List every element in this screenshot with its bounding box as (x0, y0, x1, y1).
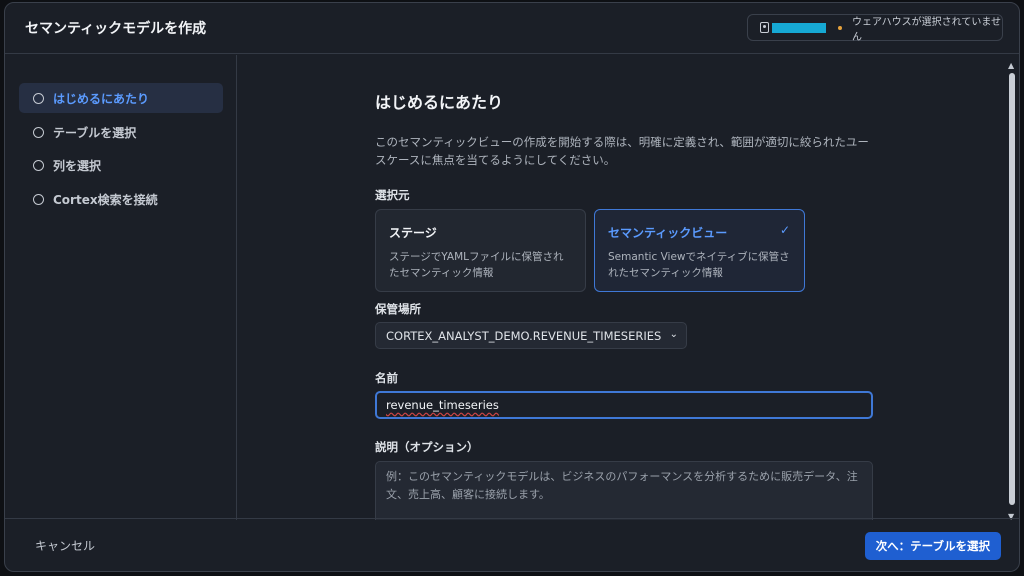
warning-dot-icon (838, 25, 843, 30)
description-label: 説明（オプション） (375, 440, 479, 454)
source-option-semantic-view[interactable]: セマンティックビュー ✓ Semantic Viewでネイティブに保管されたセマ… (594, 209, 805, 292)
name-value: revenue_timeseries (386, 398, 499, 412)
chevron-down-icon: ⌄ (669, 329, 678, 340)
step-label: Cortex検索を接続 (53, 192, 158, 207)
scrollbar-thumb[interactable] (1009, 73, 1015, 505)
dialog-title: セマンティックモデルを作成 (25, 21, 207, 37)
content-scrollbar[interactable]: ▲ ▼ (1007, 61, 1017, 521)
option-description: ステージでYAMLファイルに保管されたセマンティック情報 (389, 251, 564, 279)
main-content: はじめるにあたり このセマンティックビューの作成を開始する際は、明確に定義され、… (238, 55, 1008, 520)
radio-circle-icon (33, 193, 44, 205)
step-label: テーブルを選択 (53, 125, 137, 140)
name-input[interactable]: revenue_timeseries (375, 391, 873, 419)
intro-text: このセマンティックビューの作成を開始する際は、明確に定義され、範囲が適切に絞られ… (375, 135, 869, 167)
step-label: 列を選択 (53, 158, 102, 173)
description-textarea[interactable]: 例：このセマンティックモデルは、ビジネスのパフォーマンスを分析するために販売デー… (375, 461, 873, 520)
step-getting-started[interactable]: はじめるにあたり (19, 83, 223, 113)
warehouse-status: ウェアハウスが選択されていません (852, 16, 1002, 43)
option-title: ステージ (389, 226, 437, 240)
create-semantic-model-dialog: セマンティックモデルを作成 ウェアハウスが選択されていません はじめるにあたり … (4, 2, 1020, 572)
location-label: 保管場所 (375, 302, 421, 316)
radio-circle-icon (33, 126, 44, 138)
step-select-tables[interactable]: テーブルを選択 (19, 117, 223, 147)
scroll-up-arrow-icon[interactable]: ▲ (1008, 61, 1014, 70)
context-selector[interactable]: ウェアハウスが選択されていません (747, 14, 1003, 43)
step-select-columns[interactable]: 列を選択 (19, 150, 223, 180)
radio-circle-icon (33, 92, 44, 104)
section-heading: はじめるにあたり (375, 93, 504, 112)
source-label: 選択元 (375, 188, 410, 202)
step-connect-cortex-search[interactable]: Cortex検索を接続 (19, 184, 223, 214)
source-option-stage[interactable]: ステージ ステージでYAMLファイルに保管されたセマンティック情報 (375, 209, 586, 292)
next-select-tables-button[interactable]: 次へ：テーブルを選択 (864, 532, 1001, 560)
cancel-button[interactable]: キャンセル (35, 537, 95, 554)
person-badge-icon (760, 22, 769, 33)
option-title: セマンティックビュー (608, 226, 728, 240)
name-label: 名前 (375, 371, 398, 385)
location-select[interactable]: CORTEX_ANALYST_DEMO.REVENUE_TIMESERIES ⌄ (375, 322, 687, 349)
checkmark-icon: ✓ (779, 223, 790, 237)
option-description: Semantic Viewでネイティブに保管されたセマンティック情報 (608, 251, 790, 279)
user-name-redacted (771, 22, 827, 33)
radio-circle-icon (33, 159, 44, 171)
dialog-header: セマンティックモデルを作成 ウェアハウスが選択されていません (5, 3, 1019, 54)
location-value: CORTEX_ANALYST_DEMO.REVENUE_TIMESERIES (386, 328, 662, 343)
steps-sidebar: はじめるにあたり テーブルを選択 列を選択 Cortex検索を接続 (5, 55, 237, 520)
step-label: はじめるにあたり (53, 91, 150, 106)
dialog-footer: キャンセル 次へ：テーブルを選択 (5, 518, 1019, 571)
